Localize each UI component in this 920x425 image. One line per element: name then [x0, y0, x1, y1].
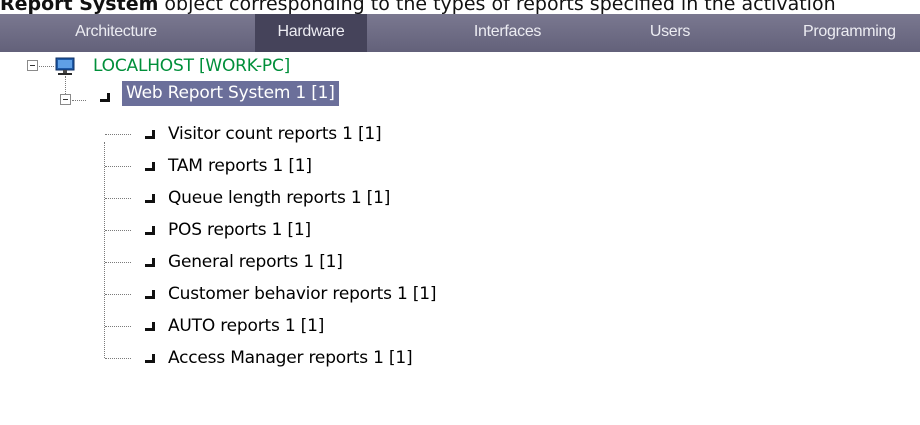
caption-text: Report System object corresponding to th…	[0, 0, 920, 14]
tree-connector	[105, 262, 131, 263]
tree-node-label: TAM reports 1 [1]	[168, 156, 312, 176]
report-node-icon	[145, 258, 155, 267]
caption-bold: Report System	[0, 0, 159, 14]
report-node-icon	[145, 130, 155, 139]
tree-connector	[105, 134, 131, 135]
tree-node-web-report-system[interactable]: Web Report System 1 [1]	[0, 80, 420, 108]
tree-node-label: Customer behavior reports 1 [1]	[168, 284, 437, 304]
tree-connector	[105, 326, 131, 327]
report-node-icon	[145, 354, 155, 363]
tree-node-label: Visitor count reports 1 [1]	[168, 124, 382, 144]
report-node-icon	[145, 162, 155, 171]
tree-node-label: Access Manager reports 1 [1]	[168, 348, 413, 368]
report-node-icon	[145, 290, 155, 299]
tree-connector	[105, 294, 131, 295]
tab-hardware[interactable]: Hardware	[255, 14, 367, 52]
tree-connector	[105, 198, 131, 199]
tab-architecture[interactable]: Architecture	[0, 14, 232, 52]
report-node-icon	[145, 322, 155, 331]
tree-node-label: LOCALHOST [WORK-PC]	[93, 56, 291, 76]
tree-node-localhost[interactable]: LOCALHOST [WORK-PC]	[0, 52, 400, 80]
tree-node-child[interactable]: TAM reports 1 [1]	[0, 152, 500, 180]
tree-connector	[105, 358, 131, 359]
tree-node-label: Queue length reports 1 [1]	[168, 188, 391, 208]
tab-bar: Architecture Hardware Interfaces Users P…	[0, 14, 920, 52]
tree-node-child[interactable]: Access Manager reports 1 [1]	[0, 344, 520, 372]
tab-programming[interactable]: Programming	[795, 14, 920, 52]
computer-icon	[55, 57, 75, 75]
tree-node-label: POS reports 1 [1]	[168, 220, 311, 240]
collapse-icon[interactable]	[27, 60, 38, 71]
tree-connector	[39, 66, 54, 67]
tree-node-label: AUTO reports 1 [1]	[168, 316, 325, 336]
tree-node-child[interactable]: Customer behavior reports 1 [1]	[0, 280, 520, 308]
report-node-icon	[145, 194, 155, 203]
tree-node-child[interactable]: POS reports 1 [1]	[0, 216, 500, 244]
tree-node-child[interactable]: General reports 1 [1]	[0, 248, 500, 276]
report-node-icon	[145, 226, 155, 235]
tree-connector	[105, 230, 131, 231]
tree-node-child[interactable]: Queue length reports 1 [1]	[0, 184, 500, 212]
tree-connector	[72, 100, 86, 101]
tab-users[interactable]: Users	[640, 14, 700, 52]
tree-node-child[interactable]: Visitor count reports 1 [1]	[0, 120, 500, 148]
tab-interfaces[interactable]: Interfaces	[450, 14, 565, 52]
caption-rest: object corresponding to the types of rep…	[158, 0, 836, 14]
tree-connector	[105, 166, 131, 167]
hardware-tree: LOCALHOST [WORK-PC] Web Report System 1 …	[0, 52, 920, 425]
tree-node-child[interactable]: AUTO reports 1 [1]	[0, 312, 500, 340]
tree-node-label: General reports 1 [1]	[168, 252, 343, 272]
tree-node-label-selected: Web Report System 1 [1]	[122, 81, 339, 106]
collapse-icon[interactable]	[60, 94, 71, 105]
report-node-icon	[100, 93, 110, 102]
